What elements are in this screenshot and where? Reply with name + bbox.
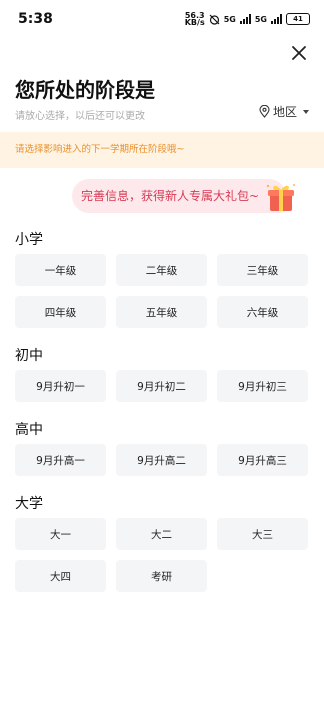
grade-option[interactable]: 大三 [217,518,308,550]
grade-option[interactable]: 三年级 [217,254,308,286]
option-row: 一年级 二年级 三年级 [15,254,309,286]
signal-icon-2 [271,14,282,24]
region-label: 地区 [272,105,297,119]
grade-option[interactable]: 9月升高一 [15,444,106,476]
grade-option[interactable]: 大二 [116,518,207,550]
grade-option[interactable]: 9月升初三 [217,370,308,402]
network-type-2: 5G [254,14,267,24]
option-row: 大一 大二 大三 [15,518,309,550]
status-time: 5:38 [18,11,53,27]
section-title-university: 大学 [15,496,43,512]
grade-option[interactable]: 大四 [15,560,106,592]
section-title-high: 高中 [15,422,43,438]
network-speed-unit: KB/s [184,18,205,27]
gift-icon[interactable] [264,180,298,214]
grade-option[interactable]: 六年级 [217,296,308,328]
status-icons: 56.3 KB/s 5G 5G 41 [184,12,310,27]
grade-option[interactable]: 一年级 [15,254,106,286]
grade-option[interactable]: 9月升初一 [15,370,106,402]
grade-option[interactable]: 考研 [116,560,207,592]
signal-icon-1 [239,14,251,24]
notice-banner: 请选择影响进入的下一学期所在阶段哦~ [0,132,324,168]
grade-option[interactable]: 9月升高三 [217,444,308,476]
network-type-1: 5G [223,14,236,24]
grade-option[interactable]: 9月升初二 [116,370,207,402]
location-pin-icon [259,105,270,118]
grade-option[interactable]: 9月升高二 [116,444,207,476]
section-title-middle: 初中 [15,348,43,364]
option-row: 大四 考研 [15,560,309,592]
status-bar: 5:38 56.3 KB/s 5G 5G 41 [0,0,324,38]
grade-option[interactable]: 二年级 [116,254,207,286]
option-row: 四年级 五年级 六年级 [15,296,309,328]
network-speed: 56.3 KB/s [184,12,205,27]
page-subtitle: 请放心选择，以后还可以更改 [15,111,145,122]
page-title: 您所处的阶段是 [15,78,155,102]
close-icon[interactable] [291,45,307,61]
option-row: 9月升初一 9月升初二 9月升初三 [15,370,309,402]
grade-option[interactable]: 大一 [15,518,106,550]
grade-option[interactable]: 四年级 [15,296,106,328]
battery-icon: 41 [286,13,310,25]
option-row: 9月升高一 9月升高二 9月升高三 [15,444,309,476]
alarm-off-icon [209,14,220,25]
chevron-down-icon [303,109,309,114]
promo-bubble[interactable]: 完善信息，获得新人专属大礼包~ [72,179,286,213]
region-selector[interactable]: 地区 [259,103,309,120]
section-title-primary: 小学 [15,232,43,248]
grade-option[interactable]: 五年级 [116,296,207,328]
